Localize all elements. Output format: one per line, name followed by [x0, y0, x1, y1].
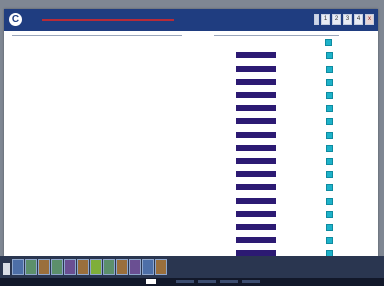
row-checkbox[interactable]	[326, 224, 333, 231]
title-bar: C 1 2 3 4 x	[4, 9, 378, 31]
status-item[interactable]	[242, 280, 260, 283]
row-value-field[interactable]	[236, 118, 276, 124]
info-icon[interactable]	[155, 259, 167, 275]
row-value-field[interactable]	[236, 66, 276, 72]
app-icon[interactable]	[12, 259, 24, 275]
taskbar	[0, 256, 384, 286]
row-value-field[interactable]	[236, 158, 276, 164]
row-checkbox[interactable]	[326, 184, 333, 191]
settings-row	[4, 181, 378, 194]
row-checkbox[interactable]	[326, 171, 333, 178]
status-item[interactable]	[176, 280, 194, 283]
row-value-field[interactable]	[236, 237, 276, 243]
media-icon[interactable]	[90, 259, 102, 275]
settings-row	[4, 155, 378, 168]
document-icon[interactable]	[129, 259, 141, 275]
settings-row	[4, 142, 378, 155]
title-button-0[interactable]	[314, 14, 319, 25]
status-strip	[0, 278, 384, 286]
print-icon[interactable]	[142, 259, 154, 275]
row-checkbox[interactable]	[326, 132, 333, 139]
title-button-3[interactable]: 3	[343, 14, 352, 25]
status-item[interactable]	[198, 280, 216, 283]
row-checkbox[interactable]	[326, 198, 333, 205]
row-checkbox[interactable]	[326, 105, 333, 112]
settings-row	[4, 76, 378, 89]
row-value-field[interactable]	[236, 105, 276, 111]
start-button[interactable]	[3, 263, 10, 275]
row-checkbox[interactable]	[326, 145, 333, 152]
settings-row	[4, 221, 378, 234]
header-divider-left	[12, 35, 182, 36]
title-button-2[interactable]: 2	[332, 14, 341, 25]
settings-row	[4, 63, 378, 76]
folder-icon[interactable]	[25, 259, 37, 275]
row-value-field[interactable]	[236, 184, 276, 190]
row-value-field[interactable]	[236, 224, 276, 230]
row-value-field[interactable]	[236, 92, 276, 98]
title-button-1[interactable]: 1	[321, 14, 330, 25]
settings-row	[4, 129, 378, 142]
network-icon[interactable]	[116, 259, 128, 275]
header-checkbox[interactable]	[325, 39, 332, 46]
row-checkbox[interactable]	[326, 211, 333, 218]
row-value-field[interactable]	[236, 211, 276, 217]
chart-icon[interactable]	[64, 259, 76, 275]
row-checkbox[interactable]	[326, 66, 333, 73]
settings-row	[4, 168, 378, 181]
row-checkbox[interactable]	[326, 79, 333, 86]
settings-row	[4, 195, 378, 208]
settings-row	[4, 208, 378, 221]
title-button-4[interactable]: 4	[354, 14, 363, 25]
row-value-field[interactable]	[236, 52, 276, 58]
tool-icon[interactable]	[51, 259, 63, 275]
settings-row	[4, 115, 378, 128]
settings-row	[4, 102, 378, 115]
row-checkbox[interactable]	[326, 237, 333, 244]
row-value-field[interactable]	[236, 171, 276, 177]
row-value-field[interactable]	[236, 132, 276, 138]
active-status-item[interactable]	[146, 279, 156, 284]
header-divider-right	[214, 35, 339, 36]
close-button[interactable]: x	[365, 14, 374, 25]
title-accent-bar	[42, 19, 174, 21]
settings-icon[interactable]	[77, 259, 89, 275]
settings-row	[4, 234, 378, 247]
title-buttons: 1 2 3 4 x	[314, 14, 374, 25]
settings-row	[4, 89, 378, 102]
row-checkbox[interactable]	[326, 158, 333, 165]
status-item[interactable]	[220, 280, 238, 283]
row-checkbox[interactable]	[326, 118, 333, 125]
browser-icon[interactable]	[38, 259, 50, 275]
app-logo-icon: C	[9, 13, 22, 26]
taskbar-icons	[12, 259, 167, 275]
edit-icon[interactable]	[103, 259, 115, 275]
row-value-field[interactable]	[236, 145, 276, 151]
settings-panel	[4, 31, 378, 262]
settings-row	[4, 49, 378, 62]
row-value-field[interactable]	[236, 79, 276, 85]
row-value-field[interactable]	[236, 198, 276, 204]
row-checkbox[interactable]	[326, 92, 333, 99]
app-window: C 1 2 3 4 x	[4, 9, 378, 262]
row-checkbox[interactable]	[326, 52, 333, 59]
